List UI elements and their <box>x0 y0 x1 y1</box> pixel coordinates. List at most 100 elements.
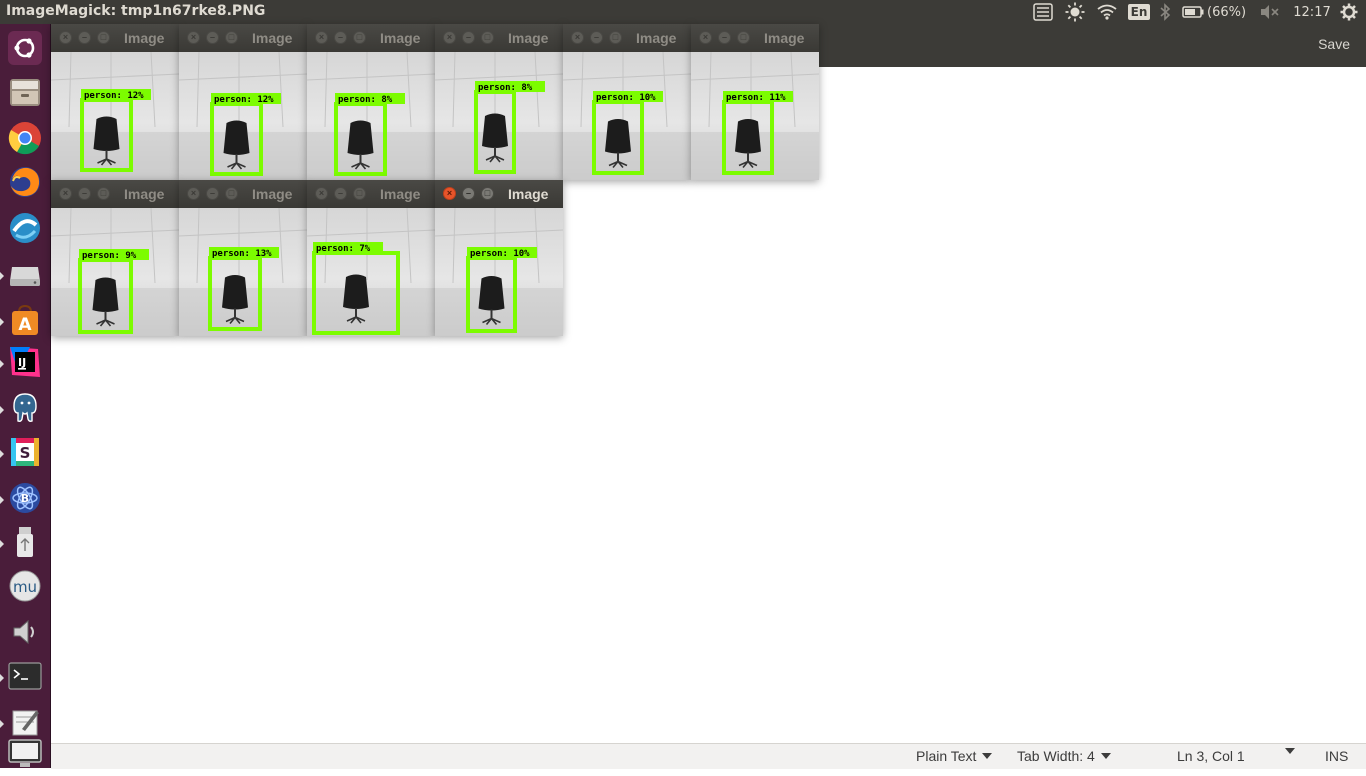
launcher-slack[interactable]: S <box>5 434 45 474</box>
window-titlebar[interactable]: × – □ Image <box>435 24 563 52</box>
bluetooth-icon[interactable] <box>1157 2 1173 22</box>
detection-image: person: 7% <box>307 208 435 336</box>
launcher-terminal[interactable] <box>5 658 45 698</box>
close-button[interactable]: × <box>59 31 72 44</box>
launcher-firefox[interactable] <box>5 164 45 204</box>
window-titlebar[interactable]: × – □ Image <box>179 24 307 52</box>
close-button[interactable]: × <box>443 187 456 200</box>
minimize-button[interactable]: – <box>334 31 347 44</box>
window-titlebar[interactable]: × – □ Image <box>435 180 563 208</box>
launcher-ubuntu-dash[interactable] <box>5 28 45 68</box>
maximize-button[interactable]: □ <box>481 187 494 200</box>
launcher-chrome[interactable] <box>5 120 45 160</box>
close-button[interactable]: × <box>315 31 328 44</box>
detection-image: person: 10% <box>435 208 563 336</box>
minimize-button[interactable]: – <box>78 31 91 44</box>
indicator-menu-icon[interactable] <box>1032 2 1054 22</box>
cursor-position-selector[interactable]: Ln 3, Col 1 <box>1177 748 1245 764</box>
language-selector[interactable]: Plain Text <box>916 748 993 764</box>
close-button[interactable]: × <box>443 31 456 44</box>
maximize-button[interactable]: □ <box>481 31 494 44</box>
close-button[interactable]: × <box>187 31 200 44</box>
maximize-button[interactable]: □ <box>97 31 110 44</box>
maximize-button[interactable]: □ <box>225 187 238 200</box>
imagemagick-window[interactable]: × – □ Image person: 9% <box>51 180 179 336</box>
volume-muted-icon[interactable] <box>1258 2 1280 22</box>
maximize-button[interactable]: □ <box>225 31 238 44</box>
detection-label: person: 11% <box>726 93 786 103</box>
clock[interactable]: 12:17 <box>1290 2 1334 22</box>
running-indicator <box>0 496 4 504</box>
window-titlebar[interactable]: × – □ Image <box>307 24 435 52</box>
detection-image: person: 9% <box>51 208 179 336</box>
imagemagick-window[interactable]: × – □ Image person: 8% <box>435 24 563 180</box>
detection-image: person: 12% <box>179 52 307 180</box>
cursor-position-menu[interactable] <box>1285 748 1295 754</box>
launcher-intellij[interactable]: IJ <box>5 344 45 384</box>
save-button[interactable]: Save <box>1318 36 1350 52</box>
ubuntu-dash-icon <box>8 31 42 65</box>
launcher-sound[interactable] <box>5 614 45 654</box>
window-titlebar[interactable]: × – □ Image <box>179 180 307 208</box>
window-title: Image <box>124 30 165 46</box>
imagemagick-window[interactable]: × – □ Image person: 11% <box>691 24 819 180</box>
minimize-button[interactable]: – <box>206 187 219 200</box>
launcher-software-center[interactable]: A <box>5 302 45 342</box>
launcher-atom[interactable]: B <box>5 480 45 520</box>
window-titlebar[interactable]: × – □ Image <box>51 180 179 208</box>
firefox-icon <box>8 165 42 203</box>
minimize-button[interactable]: – <box>590 31 603 44</box>
close-button[interactable]: × <box>699 31 712 44</box>
window-titlebar[interactable]: × – □ Image <box>691 24 819 52</box>
minimize-button[interactable]: – <box>718 31 731 44</box>
minimize-button[interactable]: – <box>78 187 91 200</box>
keyboard-layout-indicator[interactable]: En <box>1127 2 1151 22</box>
battery-indicator[interactable]: (66%) <box>1182 2 1252 22</box>
window-title: Image <box>252 186 293 202</box>
maximize-button[interactable]: □ <box>353 187 366 200</box>
wifi-icon[interactable] <box>1096 2 1118 22</box>
minimize-button[interactable]: – <box>462 31 475 44</box>
imagemagick-window[interactable]: × – □ Image person: 12% <box>179 24 307 180</box>
launcher-display[interactable] <box>5 736 45 776</box>
imagemagick-window[interactable]: × – □ Image person: 10% <box>563 24 691 180</box>
launcher-files[interactable] <box>5 74 45 114</box>
window-title: Image <box>508 30 549 46</box>
top-panel: ImageMagick: tmp1n67rke8.PNG En (66%) 12… <box>0 0 1366 24</box>
launcher-mu-editor[interactable]: mu <box>5 568 45 608</box>
minimize-button[interactable]: – <box>334 187 347 200</box>
brightness-icon[interactable] <box>1064 2 1086 22</box>
insert-mode-indicator[interactable]: INS <box>1325 748 1348 764</box>
window-titlebar[interactable]: × – □ Image <box>307 180 435 208</box>
window-titlebar[interactable]: × – □ Image <box>563 24 691 52</box>
detection-label: person: 12% <box>214 95 274 105</box>
imagemagick-window[interactable]: × – □ Image person: 10% <box>435 180 563 336</box>
launcher-drive[interactable] <box>5 256 45 296</box>
minimize-button[interactable]: – <box>462 187 475 200</box>
svg-text:A: A <box>18 315 32 335</box>
close-button[interactable]: × <box>187 187 200 200</box>
maximize-button[interactable]: □ <box>97 187 110 200</box>
imagemagick-window[interactable]: × – □ Image person: 8% <box>307 24 435 180</box>
window-titlebar[interactable]: × – □ Image <box>51 24 179 52</box>
imagemagick-window[interactable]: × – □ Image person: 12% <box>51 24 179 180</box>
maximize-button[interactable]: □ <box>353 31 366 44</box>
imagemagick-window[interactable]: × – □ Image person: 13% <box>179 180 307 336</box>
imagemagick-window[interactable]: × – □ Image person: 7% <box>307 180 435 336</box>
detection-label: person: 8% <box>338 95 393 105</box>
close-button[interactable]: × <box>315 187 328 200</box>
svg-text:IJ: IJ <box>18 356 26 369</box>
usb-drive-icon <box>8 525 42 563</box>
maximize-button[interactable]: □ <box>609 31 622 44</box>
close-button[interactable]: × <box>571 31 584 44</box>
tab-width-selector[interactable]: Tab Width: 4 <box>1017 748 1111 764</box>
chevron-down-icon <box>1285 748 1295 754</box>
session-gear-icon[interactable] <box>1338 2 1360 22</box>
maximize-button[interactable]: □ <box>737 31 750 44</box>
launcher-usb-drive[interactable] <box>5 524 45 564</box>
close-button[interactable]: × <box>59 187 72 200</box>
launcher-network-app[interactable] <box>5 210 45 250</box>
minimize-button[interactable]: – <box>206 31 219 44</box>
insert-mode-label: INS <box>1325 748 1349 764</box>
launcher-postgres[interactable] <box>5 390 45 430</box>
